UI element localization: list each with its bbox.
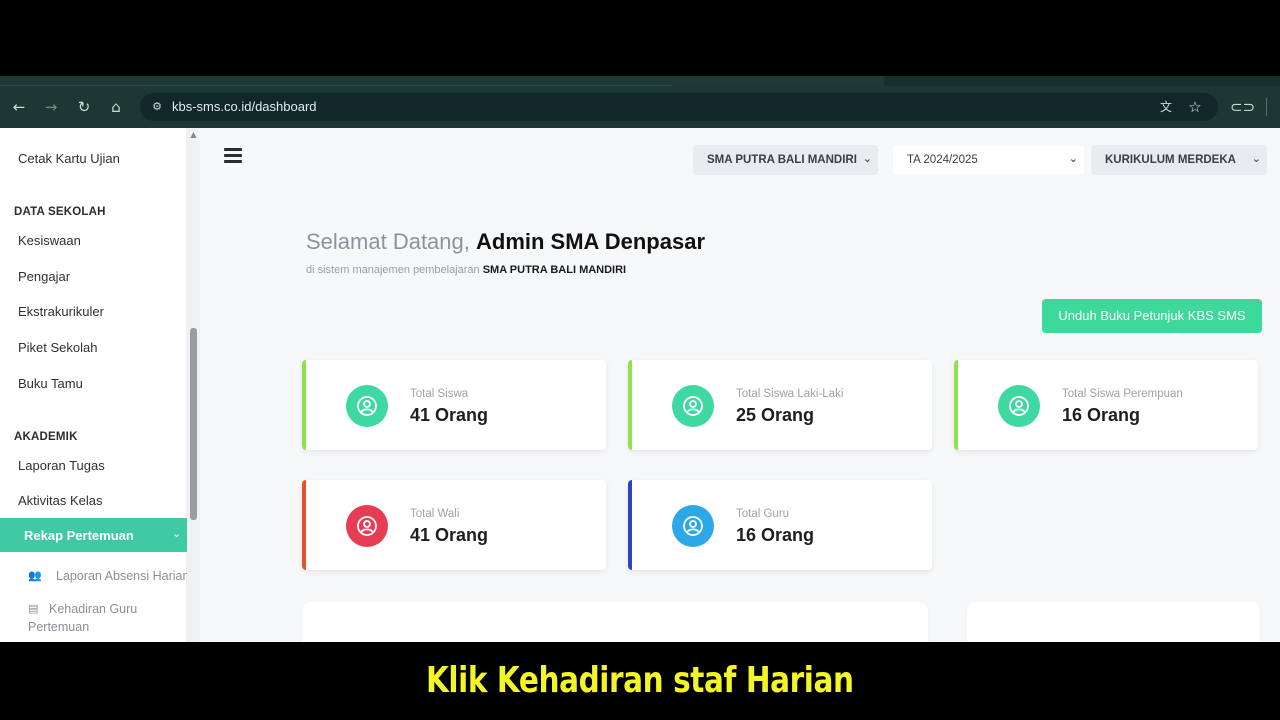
download-guide-button[interactable]: Unduh Buku Petunjuk KBS SMS: [1042, 299, 1262, 333]
bookmark-star-icon[interactable]: ☆: [1185, 97, 1205, 117]
welcome-sub-prefix: di sistem manajemen pembelajaran: [306, 264, 480, 276]
browser-tab[interactable]: [884, 76, 1280, 86]
welcome-user-name: Admin SMA Denpasar: [476, 229, 706, 254]
page: Cetak Kartu Ujian DATA SEKOLAH Kesiswaan…: [0, 128, 1280, 642]
welcome-heading: Selamat Datang, Admin SMA Denpasar: [306, 229, 705, 255]
browser-tab-active[interactable]: [0, 76, 672, 86]
sidebar-section-akademik: AKADEMIK: [14, 431, 78, 443]
address-bar[interactable]: ⚙ kbs-sms.co.id/dashboard 文 ☆: [140, 93, 1218, 121]
chevron-down-icon: ⌄: [172, 527, 182, 540]
sidebar-item-buku-tamu[interactable]: Buku Tamu: [18, 376, 83, 391]
school-select-value: SMA PUTRA BALI MANDIRI: [707, 154, 857, 166]
users-icon: 👥: [28, 569, 42, 582]
chevron-down-icon: ⌄: [1068, 152, 1078, 165]
sidebar: Cetak Kartu Ujian DATA SEKOLAH Kesiswaan…: [0, 128, 187, 642]
school-select[interactable]: SMA PUTRA BALI MANDIRI ⌄: [693, 145, 878, 175]
curriculum-select-value: KURIKULUM MERDEKA: [1105, 154, 1236, 166]
academic-year-select-value: TA 2024/2025: [907, 154, 978, 166]
toolbar-divider: [1266, 98, 1267, 116]
user-icon: [346, 505, 388, 547]
caption-text: Klik Kehadiran staf Harian: [426, 660, 854, 701]
sidebar-scroll-thumb[interactable]: [190, 328, 197, 520]
sidebar-item-cetak-kartu-ujian[interactable]: Cetak Kartu Ujian: [18, 151, 120, 166]
user-icon: [672, 505, 714, 547]
clipboard-icon: ▤: [28, 602, 39, 615]
stat-value: 25 Orang: [736, 405, 815, 425]
content-panel: [302, 602, 928, 642]
user-icon: [672, 385, 714, 427]
sidebar-item-piket-sekolah[interactable]: Piket Sekolah: [18, 340, 98, 355]
forward-icon[interactable]: →: [39, 95, 63, 119]
sidebar-item-pengajar[interactable]: Pengajar: [18, 269, 70, 284]
hamburger-menu-icon[interactable]: [224, 148, 244, 166]
screen: ← → ↻ ⌂ ⚙ kbs-sms.co.id/dashboard 文 ☆ ⊂⊃…: [0, 0, 1280, 720]
stat-value: 16 Orang: [1062, 405, 1141, 425]
reload-icon[interactable]: ↻: [72, 95, 96, 119]
video-caption: Klik Kehadiran staf Harian: [0, 642, 1280, 720]
chevron-down-icon: ⌄: [862, 152, 872, 165]
sidebar-subitem-kehadiran-guru[interactable]: Kehadiran Guru: [49, 602, 137, 616]
sidebar-item-ekstrakurikuler[interactable]: Ekstrakurikuler: [18, 304, 104, 319]
welcome-school-name: SMA PUTRA BALI MANDIRI: [482, 264, 627, 276]
sidebar-item-kesiswaan[interactable]: Kesiswaan: [18, 233, 81, 248]
sidebar-section-data-sekolah: DATA SEKOLAH: [14, 206, 106, 218]
stat-card-total-guru: Total Guru 16 Orang: [628, 480, 932, 570]
stat-card-total-siswa: Total Siswa 41 Orang: [302, 360, 606, 450]
back-icon[interactable]: ←: [7, 95, 31, 119]
home-icon[interactable]: ⌂: [104, 95, 128, 119]
sidebar-subitem-pertemuan[interactable]: Pertemuan: [28, 620, 89, 634]
user-icon: [998, 385, 1040, 427]
translate-icon[interactable]: 文: [1156, 98, 1176, 116]
user-icon: [346, 385, 388, 427]
site-info-icon[interactable]: ⚙: [148, 98, 166, 116]
browser-toolbar: ← → ↻ ⌂ ⚙ kbs-sms.co.id/dashboard 文 ☆ ⊂⊃: [0, 86, 1280, 128]
chevron-down-icon: ⌄: [1251, 152, 1261, 165]
stat-label: Total Wali: [410, 508, 460, 520]
academic-year-select[interactable]: TA 2024/2025 ⌄: [893, 145, 1084, 175]
stat-value: 41 Orang: [410, 405, 489, 425]
sidebar-item-label: Rekap Pertemuan: [24, 528, 134, 543]
stat-label: Total Guru: [736, 508, 790, 520]
scroll-up-arrow-icon[interactable]: ▲: [189, 131, 198, 139]
welcome-subtitle: di sistem manajemen pembelajaran SMA PUT…: [306, 264, 626, 276]
stat-value: 41 Orang: [410, 525, 489, 545]
stat-card-total-siswa-laki-laki: Total Siswa Laki-Laki 25 Orang: [628, 360, 932, 450]
side-panel: [967, 602, 1260, 642]
browser-tab-strip: [0, 76, 1280, 86]
sidebar-item-laporan-tugas[interactable]: Laporan Tugas: [18, 458, 105, 473]
sidebar-item-aktivitas-kelas[interactable]: Aktivitas Kelas: [18, 493, 103, 508]
stat-card-total-siswa-perempuan: Total Siswa Perempuan 16 Orang: [954, 360, 1258, 450]
stat-label: Total Siswa: [410, 388, 469, 400]
link-icon[interactable]: ⊂⊃: [1230, 96, 1255, 118]
curriculum-select[interactable]: KURIKULUM MERDEKA ⌄: [1091, 145, 1267, 175]
sidebar-subitem-laporan-absensi-harian[interactable]: Laporan Absensi Harian: [56, 569, 187, 583]
sidebar-item-rekap-pertemuan[interactable]: Rekap Pertemuan ⌄: [0, 518, 187, 552]
stat-card-total-wali: Total Wali 41 Orang: [302, 480, 606, 570]
welcome-greeting: Selamat Datang,: [306, 229, 470, 254]
stat-label: Total Siswa Perempuan: [1062, 388, 1183, 400]
stat-label: Total Siswa Laki-Laki: [736, 388, 844, 400]
url-text[interactable]: kbs-sms.co.id/dashboard: [172, 99, 317, 114]
stat-value: 16 Orang: [736, 525, 815, 545]
